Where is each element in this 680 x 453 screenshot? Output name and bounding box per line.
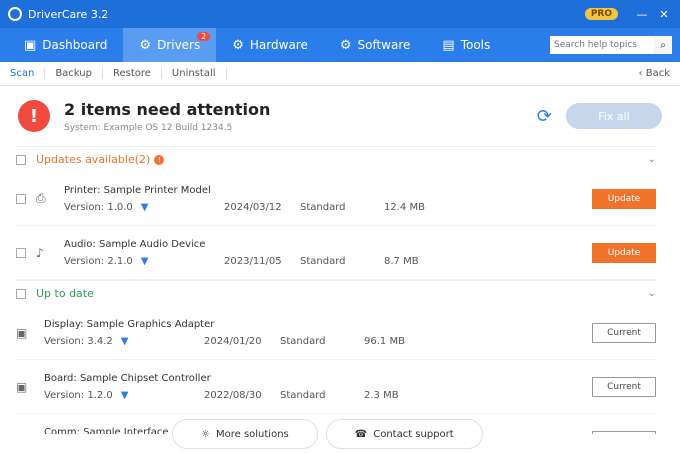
driver-size: 12.4 MB	[384, 201, 425, 213]
version-label: Version:	[64, 201, 105, 213]
driver-size: 8.7 MB	[384, 255, 419, 267]
driver-name: Printer: Sample Printer Model	[64, 184, 211, 196]
device-icon: ♪	[36, 245, 44, 260]
alert-icon: !	[18, 100, 50, 132]
more-solutions-button[interactable]: ☼ More solutions	[172, 419, 318, 449]
toolbox-icon: ▤	[442, 37, 455, 53]
caret-down-icon[interactable]: ▼	[141, 202, 149, 213]
section-upgradable: Updates available (2) ! ⌄	[16, 146, 656, 172]
current-button[interactable]: Current	[592, 430, 656, 434]
section-checkbox[interactable]	[16, 288, 26, 299]
summary-title: 2 items need attention	[64, 99, 271, 119]
driver-size: 96.1 MB	[364, 335, 405, 347]
search-box: ⌕	[550, 36, 672, 54]
subnav-backup[interactable]: Backup	[45, 68, 103, 79]
caret-down-icon[interactable]: ▼	[121, 336, 129, 347]
sub-nav: Scan Backup Restore Uninstall ‹ Back	[0, 62, 680, 86]
subnav-restore[interactable]: Restore	[103, 68, 162, 79]
update-button[interactable]: Update	[592, 242, 656, 263]
search-icon[interactable]: ⌕	[654, 36, 672, 54]
app-title: DriverCare 3.2	[28, 7, 109, 21]
warning-icon: !	[154, 154, 165, 165]
device-icon: ▣	[16, 325, 28, 340]
driver-row: ♪ Audio: Sample Audio Device Version: 2.1.…	[16, 226, 656, 280]
dashboard-icon: ▣	[24, 37, 37, 53]
section-checkbox[interactable]	[16, 154, 26, 165]
driver-version: 1.2.0	[87, 389, 113, 401]
driver-row: ▣ Display: Sample Graphics Adapter Version…	[16, 306, 656, 360]
search-input[interactable]	[550, 36, 654, 54]
driver-date: 2024/01/20	[204, 335, 262, 347]
driver-name: Board: Sample Chipset Controller	[44, 372, 211, 384]
driver-type: Standard	[280, 389, 326, 401]
current-button[interactable]: Current	[592, 376, 656, 397]
version-label: Version:	[44, 335, 85, 347]
row-checkbox[interactable]	[16, 193, 26, 204]
section-normal: Up to date ⌄	[16, 280, 656, 306]
device-icon: ▣	[16, 434, 36, 435]
subnav-scan[interactable]: Scan	[10, 68, 46, 79]
lightbulb-icon: ☼	[201, 428, 210, 440]
caret-down-icon[interactable]: ▼	[121, 390, 129, 401]
tab-dashboard[interactable]: ▣ Dashboard	[8, 28, 123, 62]
driver-name: Display: Sample Graphics Adapter	[44, 318, 215, 330]
tab-drivers[interactable]: ⚙ Drivers 2	[123, 28, 217, 62]
title-bar: DriverCare 3.2 PRO — ✕	[0, 0, 680, 28]
update-button[interactable]: Update	[592, 188, 656, 209]
driver-row: ▣ Board: Sample Chipset Controller Version…	[16, 360, 656, 414]
gear-icon: ⚙	[139, 37, 152, 53]
software-icon: ⚙	[339, 37, 352, 53]
tab-tools[interactable]: ▤ Tools	[426, 28, 506, 62]
notification-badge: 2	[197, 32, 211, 41]
device-icon: ▣	[16, 379, 28, 394]
current-button[interactable]: Current	[592, 322, 656, 343]
summary-subtitle: System: Example OS 12 Build 1234.5	[64, 122, 233, 133]
driver-size: 2.3 MB	[364, 389, 399, 401]
minimize-icon[interactable]: —	[634, 6, 650, 22]
close-icon[interactable]: ✕	[656, 6, 672, 22]
row-checkbox[interactable]	[16, 247, 26, 258]
version-label: Version:	[64, 255, 105, 267]
tab-hardware[interactable]: ⚙ Hardware	[216, 28, 324, 62]
driver-type: Standard	[280, 335, 326, 347]
headset-icon: ☎	[354, 428, 368, 440]
hardware-icon: ⚙	[232, 37, 244, 53]
driver-version: 3.4.2	[87, 335, 113, 347]
fix-all-button[interactable]: Fix all	[566, 103, 662, 129]
driver-row: ⎙ Printer: Sample Printer Model Version: 1…	[16, 172, 656, 226]
driver-version: 2.1.0	[107, 255, 133, 267]
subnav-uninstall[interactable]: Uninstall	[162, 68, 227, 79]
driver-date: 2024/03/12	[224, 201, 282, 213]
driver-date: 2022/08/30	[204, 389, 262, 401]
app-logo-icon	[8, 7, 22, 21]
support-button[interactable]: ☎ Contact support	[325, 419, 483, 449]
version-label: Version:	[44, 389, 85, 401]
vip-badge[interactable]: PRO	[584, 8, 618, 20]
chevron-down-icon[interactable]: ⌄	[648, 154, 656, 165]
driver-type: Standard	[300, 255, 346, 267]
driver-date: 2023/11/05	[224, 255, 282, 267]
driver-version: 1.0.0	[107, 201, 133, 213]
driver-name: Audio: Sample Audio Device	[64, 238, 206, 250]
driver-type: Standard	[300, 201, 346, 213]
scan-summary: ! 2 items need attention System: Example…	[0, 86, 680, 146]
chevron-down-icon[interactable]: ⌄	[648, 288, 656, 299]
driver-list: Updates available (2) ! ⌄ ⎙ Printer: Samp…	[0, 146, 680, 434]
back-link[interactable]: ‹ Back	[639, 68, 670, 79]
device-icon: ⎙	[36, 191, 46, 205]
tab-software[interactable]: ⚙ Software	[324, 28, 427, 62]
bottom-actions: ☼ More solutions ☎ Contact support	[172, 419, 491, 449]
main-nav: ▣ Dashboard ⚙ Drivers 2 ⚙ Hardware ⚙ Software…	[0, 28, 680, 62]
refresh-icon[interactable]: ⟳	[537, 106, 552, 127]
caret-down-icon[interactable]: ▼	[141, 256, 149, 267]
